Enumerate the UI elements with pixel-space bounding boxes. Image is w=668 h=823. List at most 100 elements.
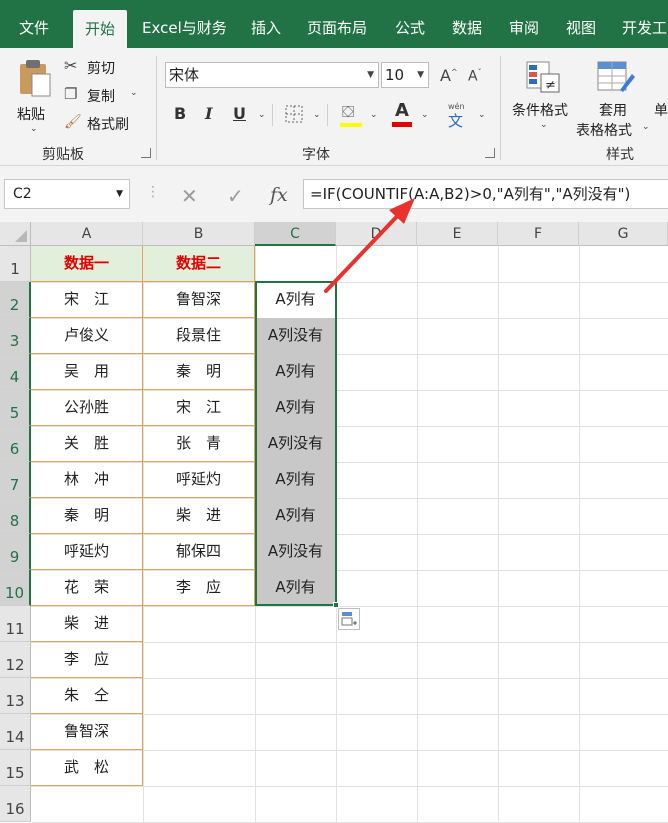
ribbon-divider: [156, 56, 157, 160]
cell-c6[interactable]: A列没有: [255, 426, 336, 462]
column-header-e[interactable]: E: [417, 222, 498, 246]
row-header-14[interactable]: 14: [0, 714, 31, 750]
cell-b4[interactable]: 秦 明: [143, 354, 255, 390]
tab-file[interactable]: 文件: [19, 0, 49, 48]
chevron-down-icon: ⌄: [478, 110, 486, 120]
row-header-3[interactable]: 3: [0, 318, 31, 354]
tab-review[interactable]: 审阅: [509, 0, 539, 48]
tab-developer[interactable]: 开发工: [622, 0, 667, 48]
cell-b7[interactable]: 呼延灼: [143, 462, 255, 498]
cell-c7[interactable]: A列有: [255, 462, 336, 498]
cell-styles-button[interactable]: 单: [654, 100, 668, 120]
paste-button[interactable]: 粘贴 ⌄: [12, 54, 56, 134]
italic-button[interactable]: I: [205, 104, 212, 123]
clipboard-launcher-icon[interactable]: [141, 148, 151, 158]
column-header-b[interactable]: B: [143, 222, 255, 246]
cell-a6[interactable]: 关 胜: [31, 426, 143, 462]
cell-a14[interactable]: 鲁智深: [31, 714, 143, 750]
column-header-c[interactable]: C: [255, 222, 336, 246]
row-header-9[interactable]: 9: [0, 534, 31, 570]
format-painter-button[interactable]: 🖌 格式刷: [64, 114, 144, 134]
cell-b6[interactable]: 张 青: [143, 426, 255, 462]
row-header-4[interactable]: 4: [0, 354, 31, 390]
column-header-g[interactable]: G: [579, 222, 668, 246]
row-header-10[interactable]: 10: [0, 570, 31, 606]
cell-b10[interactable]: 李 应: [143, 570, 255, 606]
row-header-6[interactable]: 6: [0, 426, 31, 462]
underline-button[interactable]: U: [233, 104, 246, 123]
tab-data[interactable]: 数据: [452, 0, 482, 48]
formula-input[interactable]: =IF(COUNTIF(A:A,B2)>0,"A列有","A列没有"): [303, 179, 668, 209]
cell-a12[interactable]: 李 应: [31, 642, 143, 678]
fill-color-button[interactable]: ⛋: [340, 102, 364, 128]
row-header-15[interactable]: 15: [0, 750, 31, 786]
cell-a2[interactable]: 宋 江: [31, 282, 143, 318]
phonetic-button[interactable]: wén 文: [446, 100, 472, 130]
chevron-down-icon: ▼: [367, 70, 374, 80]
cell-a5[interactable]: 公孙胜: [31, 390, 143, 426]
cell-b8[interactable]: 柴 进: [143, 498, 255, 534]
grow-font-button[interactable]: A^: [440, 66, 458, 85]
drag-handle-icon[interactable]: ⋮: [146, 184, 160, 200]
name-box[interactable]: C2 ▼: [4, 179, 130, 209]
cell-a7[interactable]: 林 冲: [31, 462, 143, 498]
cell-a8[interactable]: 秦 明: [31, 498, 143, 534]
shrink-font-button[interactable]: Aˇ: [468, 68, 482, 85]
cell-a4[interactable]: 吴 用: [31, 354, 143, 390]
cell-c8[interactable]: A列有: [255, 498, 336, 534]
cell-a10[interactable]: 花 荣: [31, 570, 143, 606]
row-header-7[interactable]: 7: [0, 462, 31, 498]
cell-b2[interactable]: 鲁智深: [143, 282, 255, 318]
cell-c4[interactable]: A列有: [255, 354, 336, 390]
cell-c9[interactable]: A列没有: [255, 534, 336, 570]
header-cell-a1[interactable]: 数据一: [31, 246, 143, 282]
active-cell-c2[interactable]: A列有: [255, 282, 336, 318]
quick-analysis-button[interactable]: [338, 608, 360, 630]
font-size-select[interactable]: 10 ▼: [381, 62, 429, 88]
column-header-f[interactable]: F: [498, 222, 579, 246]
cell-c3[interactable]: A列没有: [255, 318, 336, 354]
row-header-8[interactable]: 8: [0, 498, 31, 534]
tab-formulas[interactable]: 公式: [395, 0, 425, 48]
row-header-5[interactable]: 5: [0, 390, 31, 426]
table-format-icon: [597, 61, 635, 92]
insert-function-icon[interactable]: fx: [270, 184, 288, 206]
copy-button[interactable]: ❐ 复制 ⌄: [64, 85, 144, 106]
select-all-button[interactable]: [0, 222, 31, 246]
cell-a11[interactable]: 柴 进: [31, 606, 143, 642]
column-header-d[interactable]: D: [336, 222, 417, 246]
tab-page-layout[interactable]: 页面布局: [307, 0, 367, 48]
font-name-select[interactable]: 宋体 ▼: [165, 62, 379, 88]
row-header-16[interactable]: 16: [0, 786, 31, 822]
cell-a15[interactable]: 武 松: [31, 750, 143, 786]
row-header-13[interactable]: 13: [0, 678, 31, 714]
tab-excel-finance[interactable]: Excel与财务: [142, 0, 227, 48]
row-header-11[interactable]: 11: [0, 606, 31, 642]
cell-a9[interactable]: 呼延灼: [31, 534, 143, 570]
conditional-format-button[interactable]: ≠ 条件格式 ⌄: [508, 54, 578, 138]
tab-view[interactable]: 视图: [566, 0, 596, 48]
cell-a13[interactable]: 朱 仝: [31, 678, 143, 714]
bold-button[interactable]: B: [174, 104, 186, 123]
row-header-2[interactable]: 2: [0, 282, 31, 318]
cell-b5[interactable]: 宋 江: [143, 390, 255, 426]
row-header-1[interactable]: 1: [0, 246, 31, 282]
enter-icon[interactable]: ✓: [227, 184, 244, 208]
cell-b3[interactable]: 段景住: [143, 318, 255, 354]
font-launcher-icon[interactable]: [485, 148, 495, 158]
format-as-table-button[interactable]: 套用 表格格式 ⌄: [574, 54, 654, 139]
cancel-icon[interactable]: ✕: [181, 184, 198, 208]
tab-home[interactable]: 开始: [73, 10, 128, 48]
cut-button[interactable]: ✂ 剪切: [64, 56, 134, 78]
cell-c5[interactable]: A列有: [255, 390, 336, 426]
header-cell-b1[interactable]: 数据二: [143, 246, 255, 282]
row-header-12[interactable]: 12: [0, 642, 31, 678]
borders-icon[interactable]: [285, 105, 303, 123]
cell-a3[interactable]: 卢俊义: [31, 318, 143, 354]
cell-b9[interactable]: 郁保四: [143, 534, 255, 570]
cell-c10[interactable]: A列有: [255, 570, 336, 606]
brush-icon: 🖌: [64, 114, 82, 130]
tab-insert[interactable]: 插入: [251, 0, 281, 48]
font-color-button[interactable]: A: [392, 100, 414, 128]
column-header-a[interactable]: A: [31, 222, 143, 246]
